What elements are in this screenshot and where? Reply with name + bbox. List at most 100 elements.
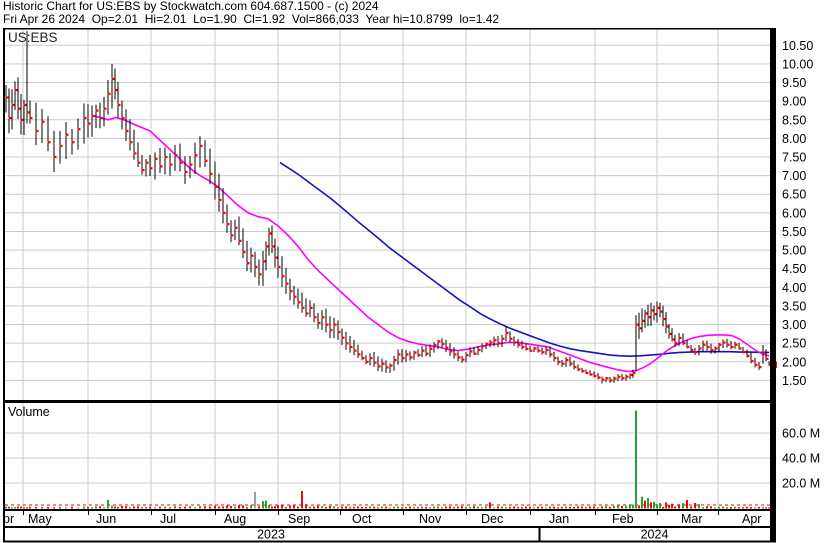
month-tick: [151, 511, 152, 515]
close-tick: [653, 313, 657, 316]
volume-bar: [129, 507, 131, 509]
close-tick: [533, 347, 537, 350]
volume-bar: [469, 506, 471, 509]
close-tick: [734, 343, 738, 346]
close-tick: [686, 345, 690, 349]
volume-bar: [209, 506, 211, 509]
close-tick: [265, 245, 269, 248]
volume-bar: [668, 504, 670, 509]
close-tick: [285, 282, 289, 285]
close-tick: [20, 118, 24, 121]
volume-bar: [750, 507, 752, 509]
close-tick: [529, 349, 533, 352]
close-tick: [557, 360, 561, 363]
volume-bar: [242, 505, 244, 509]
close-tick: [617, 375, 621, 378]
volume-bar: [437, 506, 439, 509]
volume-bar: [457, 506, 459, 509]
volume-bar: [557, 507, 559, 509]
close-tick: [509, 337, 513, 340]
close-tick: [644, 312, 648, 315]
volume-bar: [365, 507, 367, 509]
price-axis-label: 8.50: [782, 113, 806, 127]
close-tick: [513, 341, 517, 344]
month-label: Apr: [742, 512, 761, 526]
volume-bar: [317, 505, 319, 509]
close-tick: [5, 96, 9, 99]
volume-bar: [401, 507, 403, 509]
close-tick: [145, 161, 149, 164]
close-tick: [345, 342, 349, 345]
month-tick: [466, 511, 467, 515]
close-tick: [569, 362, 573, 365]
volume-bar: [497, 506, 499, 509]
month-label: Dec: [481, 512, 503, 526]
close-tick: [111, 77, 115, 81]
close-tick: [706, 345, 710, 349]
close-tick: [174, 154, 178, 157]
volume-bar: [309, 506, 311, 509]
volume-bar: [14, 507, 16, 509]
close-tick: [441, 342, 445, 346]
volume-bar: [445, 506, 447, 509]
price-axis-label: 4.50: [782, 262, 806, 276]
close-tick: [671, 338, 675, 341]
volume-bar: [682, 503, 684, 509]
close-tick: [641, 319, 645, 323]
close-tick: [585, 371, 589, 375]
volume-axis-label: 20.0 M: [782, 477, 820, 491]
volume-bar: [154, 507, 156, 509]
close-tick: [325, 323, 329, 326]
close-tick: [179, 161, 183, 164]
close-tick: [613, 377, 617, 380]
close-tick: [726, 343, 730, 346]
month-label: Mar: [681, 512, 703, 526]
close-tick: [353, 349, 357, 352]
close-tick: [199, 144, 203, 148]
close-tick: [597, 376, 601, 379]
close-tick: [91, 115, 95, 118]
volume-bar: [393, 506, 395, 509]
close-tick: [164, 155, 168, 159]
close-tick: [333, 323, 337, 326]
close-tick: [485, 342, 489, 346]
volume-bar: [53, 507, 55, 509]
volume-bar: [289, 505, 291, 509]
close-tick: [694, 351, 698, 354]
close-tick: [23, 103, 27, 107]
volume-bar: [26, 507, 28, 509]
volume-bar: [59, 506, 61, 509]
volume-bar: [710, 506, 712, 509]
chart-top-border: [3, 28, 776, 30]
close-tick: [349, 345, 353, 349]
volume-bar: [254, 491, 256, 509]
close-tick: [698, 347, 702, 350]
volume-bar: [164, 506, 166, 509]
price-axis-label: 7.00: [782, 169, 806, 183]
volume-bar: [357, 506, 359, 509]
close-tick: [222, 211, 226, 215]
volume-bar: [565, 506, 567, 509]
volume-bar: [274, 506, 276, 509]
close-tick: [682, 342, 686, 345]
volume-bar: [23, 507, 25, 509]
volume-bar: [293, 505, 295, 509]
close-tick: [154, 157, 158, 161]
volume-axis-label: 40.0 M: [782, 452, 820, 466]
volume-bar: [47, 506, 49, 509]
month-label: May: [28, 512, 52, 526]
volume-bar: [714, 507, 716, 509]
volume-bar: [609, 506, 611, 509]
close-tick: [385, 366, 389, 369]
close-tick: [635, 323, 639, 326]
volume-bar: [325, 507, 327, 509]
moving-average-short-line: [91, 114, 770, 373]
volume-bar: [83, 506, 85, 509]
close-tick: [573, 365, 577, 369]
volume-bar: [301, 491, 303, 509]
close-tick: [289, 290, 293, 293]
volume-bar: [389, 507, 391, 509]
close-tick: [629, 373, 633, 376]
month-label: Sep: [288, 512, 310, 526]
close-tick: [565, 358, 569, 362]
